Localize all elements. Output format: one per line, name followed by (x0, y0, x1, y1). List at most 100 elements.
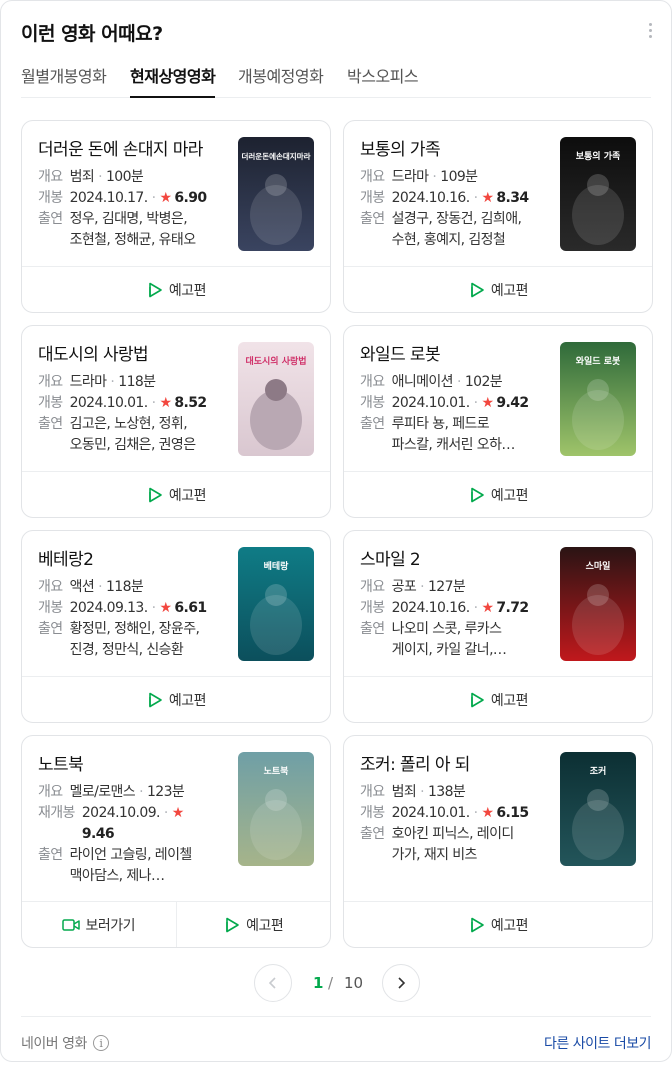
cast-row: 출연 나오미 스콧, 루카스 게이지, 카일 갈너,… (360, 619, 550, 661)
info-icon[interactable]: i (92, 1035, 109, 1051)
poster-image: 스마일 (560, 547, 636, 661)
card-footer: 예고편 (344, 901, 652, 947)
rating-score: 9.42 (496, 395, 529, 411)
watch-button[interactable]: 보러가기 (22, 902, 176, 947)
star-icon: ★ (159, 600, 172, 616)
other-sites-link[interactable]: 다른 사이트 더보기 (544, 1033, 651, 1053)
next-page-button[interactable] (382, 964, 420, 1002)
movie-poster[interactable]: 스마일 (560, 547, 636, 661)
cast-line-1: 루피타 뇽, 페드로 (391, 416, 490, 432)
cast-line-1: 호아킨 피닉스, 레이디 (391, 826, 515, 842)
release-date: 2024.10.09. (81, 805, 161, 821)
star-icon: ★ (481, 805, 494, 821)
card-footer: 예고편 (22, 471, 330, 517)
more-options-icon[interactable] (649, 23, 653, 39)
cast-line-1: 황정민, 정해인, 장윤주, (69, 621, 200, 637)
movie-card[interactable]: 노트북 개요 멜로/로맨스 · 123분 재개봉 2024.10.09. · ★ 9.46 출… (21, 735, 331, 948)
release-label: 개봉 (38, 600, 63, 616)
tab-upcoming[interactable]: 개봉예정영화 (238, 61, 324, 98)
prev-page-button[interactable] (254, 964, 292, 1002)
release-row: 개봉 2024.10.17. · ★ 6.90 (38, 188, 228, 209)
cast-label: 출연 (38, 211, 63, 227)
runtime: 118분 (105, 579, 144, 595)
trailer-button[interactable]: 예고편 (22, 677, 330, 722)
tab-monthly-release[interactable]: 월별개봉영화 (21, 61, 107, 98)
rating-score: 6.15 (496, 805, 529, 821)
cast-line-1: 정우, 김대명, 박병은, (69, 211, 188, 227)
cast-label: 출연 (38, 416, 63, 432)
chevron-right-icon (398, 977, 406, 989)
movie-card[interactable]: 베테랑2 개요 액션 · 118분 개봉 2024.09.13. · ★ 6.61 출연 황정민… (21, 530, 331, 723)
trailer-button[interactable]: 예고편 (22, 267, 330, 312)
movie-poster[interactable]: 베테랑 (238, 547, 314, 661)
rating-score: 6.61 (174, 600, 207, 616)
movie-card[interactable]: 보통의 가족 개요 드라마 · 109분 개봉 2024.10.16. · ★ 8.34 출연… (343, 120, 653, 313)
star-icon: ★ (481, 600, 494, 616)
poster-image: 조커 (560, 752, 636, 866)
play-icon (226, 917, 239, 932)
cast-line-1: 라이언 고슬링, 레이첼 (69, 847, 193, 863)
page-separator: / (328, 974, 334, 992)
play-icon (149, 692, 162, 707)
cast-line-2: 가가, 재지 비츠 (391, 847, 478, 863)
movie-title[interactable]: 보통의 가족 (360, 135, 441, 160)
summary-row: 개요 애니메이션 · 102분 (360, 372, 550, 393)
cast-row: 출연 라이언 고슬링, 레이첼 맥아담스, 제나… (38, 845, 228, 887)
cast-line-2: 파스칼, 캐서린 오하… (391, 437, 516, 453)
movie-title[interactable]: 노트북 (38, 750, 84, 775)
movie-card[interactable]: 스마일 2 개요 공포 · 127분 개봉 2024.10.16. · ★ 7.72 출연 나오… (343, 530, 653, 723)
tab-box-office[interactable]: 박스오피스 (347, 61, 419, 98)
cast-label: 출연 (360, 621, 385, 637)
poster-title: 노트북 (264, 766, 289, 777)
movie-title[interactable]: 와일드 로봇 (360, 340, 441, 365)
cast-row: 출연 호아킨 피닉스, 레이디 가가, 재지 비츠 (360, 824, 550, 866)
release-label: 개봉 (38, 395, 63, 411)
release-label: 재개봉 (38, 805, 75, 821)
trailer-button[interactable]: 예고편 (344, 472, 652, 517)
tab-now-showing[interactable]: 현재상영영화 (130, 61, 216, 98)
poster-title: 와일드 로봇 (576, 355, 621, 367)
runtime: 109분 (440, 169, 478, 185)
movie-card[interactable]: 와일드 로봇 개요 애니메이션 · 102분 개봉 2024.10.01. · ★ 9.42 … (343, 325, 653, 518)
summary-label: 개요 (38, 579, 63, 595)
rating-score: 7.72 (496, 600, 529, 616)
trailer-button[interactable]: 예고편 (175, 902, 331, 947)
movie-title[interactable]: 더러운 돈에 손대지 마라 (38, 135, 203, 160)
release-row: 개봉 2024.10.16. · ★ 7.72 (360, 598, 550, 619)
cast-row: 출연 정우, 김대명, 박병은, 조현철, 정해균, 유태오 (38, 209, 228, 251)
trailer-button[interactable]: 예고편 (344, 902, 652, 947)
trailer-button[interactable]: 예고편 (344, 267, 652, 312)
movie-title[interactable]: 대도시의 사랑법 (38, 340, 149, 365)
movie-info: 개요 액션 · 118분 개봉 2024.09.13. · ★ 6.61 출연 황정민, 정해인… (38, 577, 228, 661)
summary-row: 개요 멜로/로맨스 · 123분 (38, 782, 228, 803)
release-label: 개봉 (360, 805, 385, 821)
release-date: 2024.10.01. (69, 395, 149, 411)
release-label: 개봉 (38, 190, 63, 206)
total-pages: 10 (344, 974, 364, 992)
trailer-button[interactable]: 예고편 (344, 677, 652, 722)
card-footer: 예고편 (344, 471, 652, 517)
panel-footer: 네이버 영화 i 다른 사이트 더보기 (21, 1016, 651, 1062)
release-row: 개봉 2024.10.01. · ★ 9.42 (360, 393, 550, 414)
summary-label: 개요 (360, 579, 385, 595)
movie-card[interactable]: 조커: 폴리 아 되 개요 범죄 · 138분 개봉 2024.10.01. · ★ 6.15… (343, 735, 653, 948)
movie-poster[interactable]: 와일드 로봇 (560, 342, 636, 456)
movie-poster[interactable]: 대도시의 사랑법 (238, 342, 314, 456)
movie-poster[interactable]: 보통의 가족 (560, 137, 636, 251)
movie-poster[interactable]: 조커 (560, 752, 636, 866)
movie-card[interactable]: 대도시의 사랑법 개요 드라마 · 118분 개봉 2024.10.01. · ★ 8.52 … (21, 325, 331, 518)
genre: 범죄 (391, 784, 417, 800)
release-row: 개봉 2024.10.16. · ★ 8.34 (360, 188, 550, 209)
movie-title[interactable]: 베테랑2 (38, 545, 94, 570)
movie-title[interactable]: 스마일 2 (360, 545, 421, 570)
summary-row: 개요 드라마 · 109분 (360, 167, 550, 188)
source-label: 네이버 영화 (21, 1036, 87, 1052)
movie-poster[interactable]: 노트북 (238, 752, 314, 866)
cast-line-2: 맥아담스, 제나… (69, 868, 165, 884)
poster-title: 대도시의 사랑법 (245, 355, 306, 367)
movie-card[interactable]: 더러운 돈에 손대지 마라 개요 범죄 · 100분 개봉 2024.10.17. · ★ 6… (21, 120, 331, 313)
card-footer: 예고편 (22, 266, 330, 312)
movie-title[interactable]: 조커: 폴리 아 되 (360, 750, 470, 775)
trailer-button[interactable]: 예고편 (22, 472, 330, 517)
movie-poster[interactable]: 더러운돈에손대지마라 (238, 137, 314, 251)
